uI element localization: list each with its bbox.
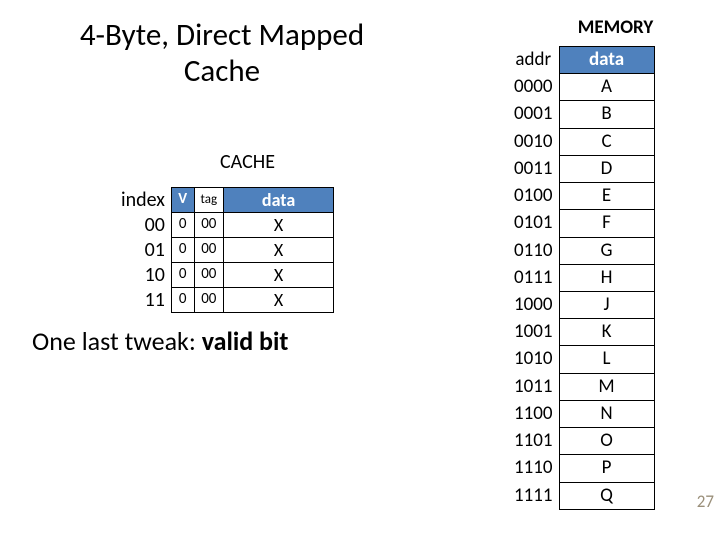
memory-row: 0000A	[508, 74, 654, 101]
memory-addr: 0111	[508, 264, 559, 291]
memory-row: 0110G	[508, 237, 654, 264]
memory-row: 1001K	[508, 319, 654, 346]
cache-row: 00 0 00 X	[115, 213, 334, 238]
cache-row: 10 0 00 X	[115, 263, 334, 288]
memory-header-row: addr data	[508, 47, 654, 74]
memory-data: Q	[559, 482, 654, 509]
cache-tag: 00	[194, 213, 224, 238]
cache-data: X	[224, 263, 334, 288]
memory-header-addr: addr	[508, 47, 559, 74]
cache-data: X	[224, 213, 334, 238]
memory-addr: 0010	[508, 128, 559, 155]
cache-heading: CACHE	[220, 150, 275, 174]
cache-data: X	[224, 238, 334, 263]
memory-addr: 1011	[508, 373, 559, 400]
memory-data: H	[559, 264, 654, 291]
memory-addr: 1101	[508, 428, 559, 455]
memory-addr: 1111	[508, 482, 559, 509]
memory-addr: 1001	[508, 319, 559, 346]
cache-data: X	[224, 288, 334, 313]
memory-row: 1110P	[508, 455, 654, 482]
cache-index: 01	[115, 238, 171, 263]
memory-row: 0010C	[508, 128, 654, 155]
tweak-bold: valid bit	[202, 325, 289, 357]
tweak-prefix: One last tweak:	[32, 325, 202, 357]
slide: 4-Byte, Direct Mapped Cache CACHE index …	[0, 0, 720, 540]
memory-addr: 1100	[508, 400, 559, 427]
page-number: 27	[697, 491, 714, 512]
memory-addr: 0001	[508, 101, 559, 128]
memory-data: P	[559, 455, 654, 482]
memory-data: D	[559, 155, 654, 182]
memory-row: 0111H	[508, 264, 654, 291]
memory-row: 0001B	[508, 101, 654, 128]
memory-addr: 1000	[508, 291, 559, 318]
cache-v: 0	[171, 263, 194, 288]
slide-title: 4-Byte, Direct Mapped Cache	[52, 18, 392, 89]
memory-header-data: data	[559, 47, 654, 74]
memory-data: C	[559, 128, 654, 155]
cache-header-tag: tag	[194, 188, 224, 213]
memory-row: 1010L	[508, 346, 654, 373]
memory-addr: 0000	[508, 74, 559, 101]
cache-tag: 00	[194, 238, 224, 263]
memory-data: O	[559, 428, 654, 455]
cache-row: 11 0 00 X	[115, 288, 334, 313]
memory-row: 1100N	[508, 400, 654, 427]
memory-addr: 0100	[508, 183, 559, 210]
memory-addr: 0011	[508, 155, 559, 182]
memory-data: G	[559, 237, 654, 264]
memory-data: N	[559, 400, 654, 427]
memory-data: B	[559, 101, 654, 128]
memory-data: M	[559, 373, 654, 400]
memory-heading: MEMORY	[538, 16, 693, 39]
memory-data: K	[559, 319, 654, 346]
cache-index: 11	[115, 288, 171, 313]
memory-addr: 0110	[508, 237, 559, 264]
cache-index: 10	[115, 263, 171, 288]
cache-tag: 00	[194, 263, 224, 288]
cache-tag: 00	[194, 288, 224, 313]
memory-row: 1111Q	[508, 482, 654, 509]
memory-row: 0011D	[508, 155, 654, 182]
memory-addr: 1110	[508, 455, 559, 482]
memory-data: J	[559, 291, 654, 318]
cache-header-v: V	[171, 188, 194, 213]
memory-data: L	[559, 346, 654, 373]
memory-table: addr data 0000A 0001B 0010C 0011D 0100E …	[508, 46, 655, 510]
cache-v: 0	[171, 213, 194, 238]
memory-addr: 0101	[508, 210, 559, 237]
memory-row: 1011M	[508, 373, 654, 400]
memory-data: A	[559, 74, 654, 101]
cache-header-index: index	[115, 188, 171, 213]
memory-row: 0101F	[508, 210, 654, 237]
memory-row: 0100E	[508, 183, 654, 210]
cache-header-row: index V tag data	[115, 188, 334, 213]
cache-index: 00	[115, 213, 171, 238]
cache-v: 0	[171, 288, 194, 313]
cache-v: 0	[171, 238, 194, 263]
memory-data: E	[559, 183, 654, 210]
memory-addr: 1010	[508, 346, 559, 373]
tweak-text: One last tweak: valid bit	[32, 325, 288, 357]
memory-row: 1000J	[508, 291, 654, 318]
memory-row: 1101O	[508, 428, 654, 455]
cache-table: index V tag data 00 0 00 X 01 0 00 X 10 …	[115, 187, 334, 313]
cache-header-data: data	[224, 188, 334, 213]
cache-row: 01 0 00 X	[115, 238, 334, 263]
memory-data: F	[559, 210, 654, 237]
